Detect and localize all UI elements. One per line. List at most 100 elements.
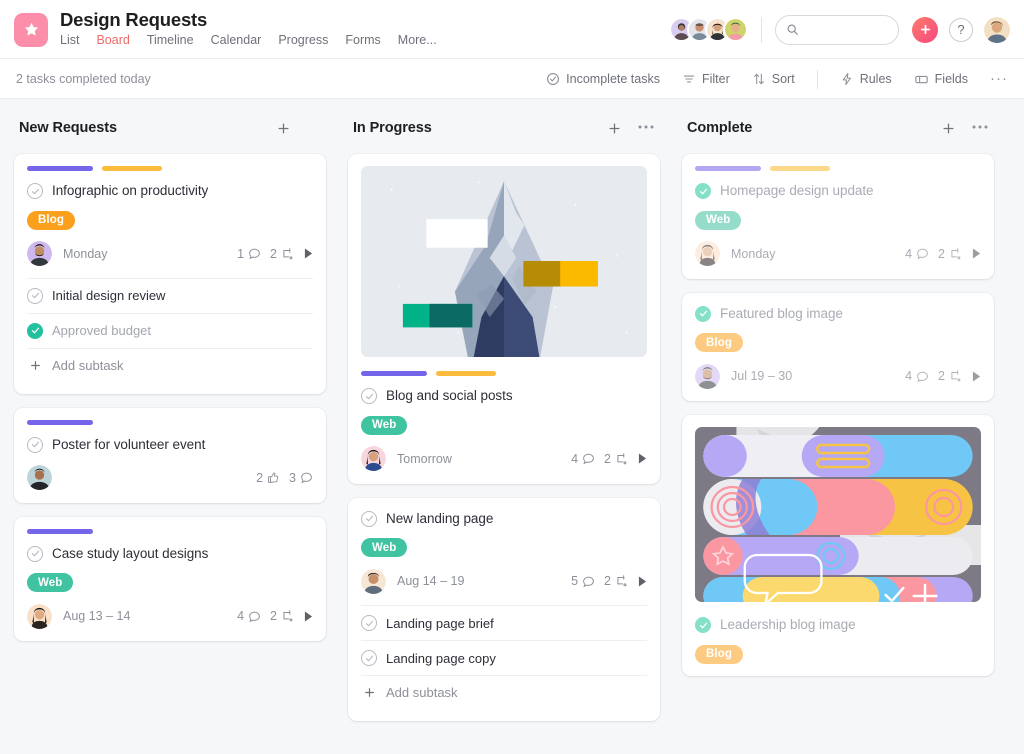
tag-web[interactable]: Web xyxy=(695,210,742,230)
column-menu-button[interactable] xyxy=(972,125,988,132)
rules-label: Rules xyxy=(859,72,892,86)
assignee-avatar[interactable] xyxy=(361,568,386,594)
member-avatar-group[interactable] xyxy=(669,17,748,42)
tab-calendar[interactable]: Calendar xyxy=(211,31,262,50)
card-tags: Web xyxy=(361,538,647,557)
subtask-row[interactable]: Initial design review xyxy=(27,277,313,313)
add-subtask-row[interactable]: Add subtask xyxy=(361,675,647,709)
tag-web[interactable]: Web xyxy=(361,415,408,435)
help-button[interactable]: ? xyxy=(949,17,973,42)
tab-progress[interactable]: Progress xyxy=(278,31,328,50)
add-subtask-row[interactable]: Add subtask xyxy=(27,347,313,382)
board: New Requests ellipsis-icon Infographic o… xyxy=(0,99,1024,754)
tag-blog[interactable]: Blog xyxy=(695,644,743,664)
assignee-avatar[interactable] xyxy=(695,363,720,389)
task-title: New landing page xyxy=(386,510,494,526)
column-add-task-button[interactable] xyxy=(941,121,956,136)
like-count: 2 xyxy=(256,471,280,485)
task-card[interactable]: Homepage design update Web Monday 4 2 xyxy=(682,154,994,279)
ellipsis-icon xyxy=(638,125,654,128)
column-add-task-button[interactable] xyxy=(607,121,622,136)
expand-card-caret[interactable] xyxy=(304,248,313,259)
subtask-count: 2 xyxy=(604,452,629,466)
column-title: In Progress xyxy=(353,120,432,136)
complete-task-checkbox[interactable] xyxy=(27,183,43,199)
task-card[interactable]: Blog and social posts Web Tomorrow 4 2 xyxy=(348,154,660,484)
column-add-task-button[interactable] xyxy=(276,121,291,136)
complete-task-checkbox-checked[interactable] xyxy=(695,617,711,633)
card-tags: Blog xyxy=(27,210,313,230)
avatar[interactable] xyxy=(723,17,748,42)
complete-task-checkbox-checked[interactable] xyxy=(695,183,711,199)
filter-button[interactable]: Filter xyxy=(682,72,730,86)
task-card[interactable]: Featured blog image Blog Jul 19 – 30 4 2 xyxy=(682,292,994,401)
subtask-row[interactable]: Approved budget xyxy=(27,312,313,348)
complete-task-checkbox-checked[interactable] xyxy=(695,305,711,322)
subtask-count: 2 xyxy=(938,369,963,383)
task-card[interactable]: Infographic on productivity Blog Monday … xyxy=(14,154,326,394)
subtask-checkbox-checked[interactable] xyxy=(27,322,43,339)
assignee-avatar[interactable] xyxy=(27,465,52,490)
card-meta: Aug 13 – 14 4 2 xyxy=(27,603,313,629)
fields-button[interactable]: Fields xyxy=(914,72,968,87)
expand-card-caret[interactable] xyxy=(972,371,981,382)
card-subtasks: Landing page brief Landing page copy Add… xyxy=(361,605,647,709)
subtask-checkbox[interactable] xyxy=(361,650,377,666)
check-icon xyxy=(31,441,39,448)
check-icon xyxy=(31,550,39,557)
assignee-avatar[interactable] xyxy=(361,446,386,471)
column-menu-button[interactable] xyxy=(638,125,654,132)
expand-card-caret[interactable] xyxy=(972,248,981,259)
tag-web[interactable]: Web xyxy=(361,538,408,557)
tab-more[interactable]: More... xyxy=(398,31,437,50)
task-card[interactable]: Leadership blog image Blog xyxy=(682,415,994,676)
ellipsis-icon xyxy=(972,125,988,128)
add-subtask-label: Add subtask xyxy=(386,685,458,700)
complete-task-checkbox[interactable] xyxy=(361,510,377,527)
column-menu-button[interactable]: ellipsis-icon xyxy=(307,126,320,131)
task-card[interactable]: Case study layout designs Web Aug 13 – 1… xyxy=(14,516,326,641)
subtask-row[interactable]: Landing page copy xyxy=(361,640,647,675)
tab-timeline[interactable]: Timeline xyxy=(147,31,194,50)
tab-forms[interactable]: Forms xyxy=(345,31,380,50)
search-input[interactable] xyxy=(805,22,888,37)
expand-card-caret[interactable] xyxy=(304,611,313,622)
task-card[interactable]: Poster for volunteer event 2 3 xyxy=(14,407,326,503)
plus-icon xyxy=(920,24,930,35)
complete-task-checkbox[interactable] xyxy=(27,436,43,453)
attachment-preview-mountain-photo[interactable] xyxy=(361,166,647,357)
caret-right-icon xyxy=(638,576,647,586)
project-star-icon[interactable] xyxy=(14,12,48,47)
tag-blog[interactable]: Blog xyxy=(695,333,743,352)
subtask-row[interactable]: Landing page brief xyxy=(361,605,647,640)
incomplete-tasks-button[interactable]: Incomplete tasks xyxy=(546,72,660,86)
current-user-avatar[interactable] xyxy=(984,16,1010,43)
sort-button[interactable]: Sort xyxy=(752,72,795,86)
assignee-avatar[interactable] xyxy=(27,241,52,266)
expand-card-caret[interactable] xyxy=(638,453,647,464)
card-tags: Web xyxy=(361,415,647,435)
attachment-preview-abstract-illustration[interactable] xyxy=(695,427,981,602)
subtask-checkbox[interactable] xyxy=(27,287,43,304)
assignee-avatar[interactable] xyxy=(27,603,52,629)
complete-task-checkbox[interactable] xyxy=(361,388,377,404)
card-color-bars xyxy=(361,371,647,376)
add-task-button[interactable] xyxy=(912,16,938,43)
tag-web[interactable]: Web xyxy=(27,573,74,592)
task-card[interactable]: New landing page Web Aug 14 – 19 5 2 Lan… xyxy=(348,497,660,721)
rules-button[interactable]: Rules xyxy=(840,72,892,86)
subtask-checkbox[interactable] xyxy=(361,615,377,631)
assignee-avatar[interactable] xyxy=(695,241,720,266)
toolbar-overflow-menu[interactable]: ··· xyxy=(990,71,1008,86)
card-title-row: New landing page xyxy=(361,510,647,528)
search-box[interactable] xyxy=(775,14,899,45)
expand-card-caret[interactable] xyxy=(638,576,647,587)
check-icon xyxy=(365,620,373,626)
add-subtask-label: Add subtask xyxy=(52,357,124,373)
complete-task-checkbox[interactable] xyxy=(27,545,43,562)
color-bar-purple xyxy=(695,166,761,171)
due-date: Jul 19 – 30 xyxy=(731,369,793,383)
tab-list[interactable]: List xyxy=(60,31,79,50)
tag-blog[interactable]: Blog xyxy=(27,210,75,230)
tab-board[interactable]: Board xyxy=(95,31,132,62)
